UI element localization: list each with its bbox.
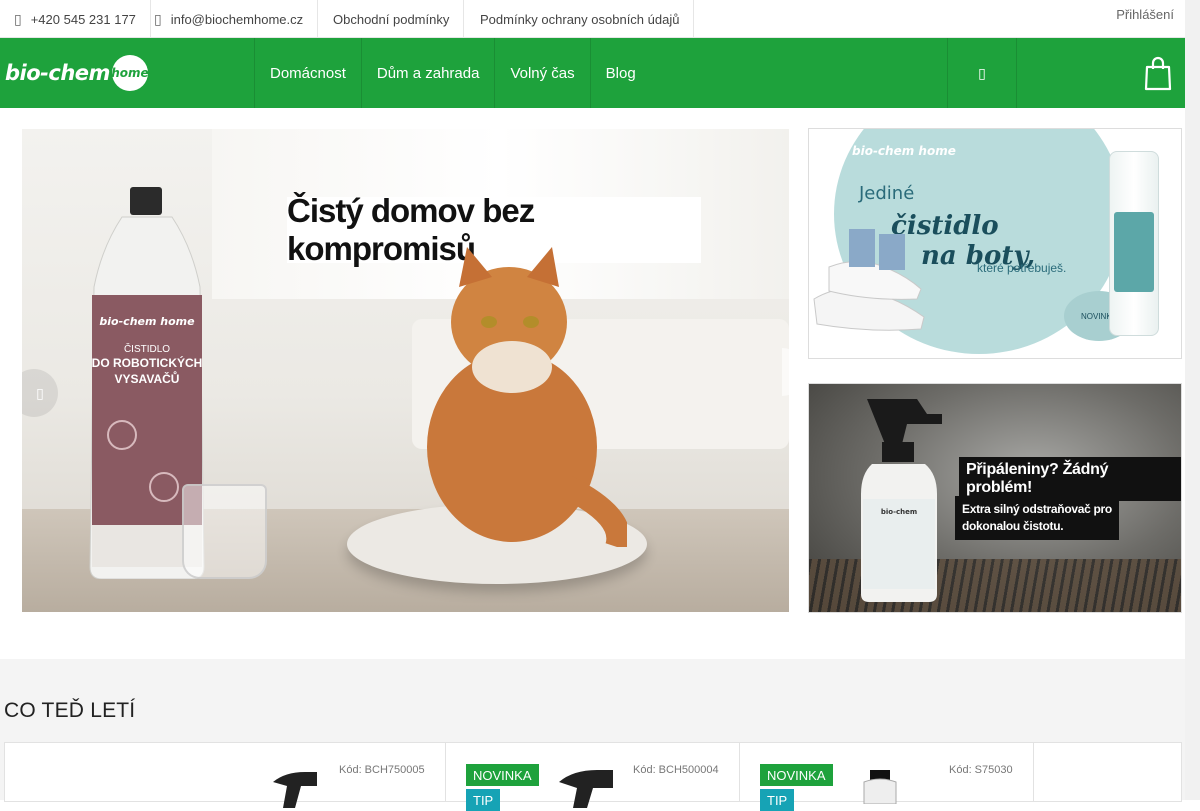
phone-link[interactable]: ▯ +420 545 231 177 <box>0 0 151 38</box>
cart-button[interactable] <box>1143 55 1173 91</box>
burnt-remover-banner[interactable]: bio-chem Připáleniny? Žádný problém! Ext… <box>808 383 1182 613</box>
logo-badge: home <box>111 55 149 91</box>
product-thumbnail <box>559 770 613 808</box>
banner1-line1: Jediné <box>859 183 915 204</box>
email-text: info@biochemhome.cz <box>170 11 304 27</box>
phone-icon: ▯ <box>14 10 22 27</box>
product-card[interactable]: NOVINKA TIP Kód: S75030 <box>739 742 1034 811</box>
privacy-text: Podmínky ochrany osobních údajů <box>480 11 680 27</box>
banner2-sub1: Extra silný odstraňovač pro <box>962 502 1112 516</box>
novinka-badge: NOVINKA <box>760 764 833 786</box>
product-card[interactable]: Kód: BCH750005 <box>4 742 446 808</box>
email-icon: ▯ <box>154 10 162 27</box>
chevron-left-icon: ▯ <box>36 384 44 401</box>
measuring-cup <box>182 484 267 579</box>
bottle-title-3: VYSAVAČŮ <box>115 370 180 386</box>
main-header: bio-chem home Domácnost Dům a zahrada Vo… <box>0 38 1185 108</box>
top-bar: ▯ +420 545 231 177 ▯ info@biochemhome.cz… <box>0 0 1185 38</box>
shopping-bag-icon <box>1144 56 1172 91</box>
product-thumbnail <box>863 770 897 804</box>
product-card[interactable]: NOVINKA TIP Kód: BCH500004 <box>445 742 740 811</box>
banner2-subtext: Extra silný odstraňovač pro dokonalou či… <box>955 496 1119 540</box>
product-code: Kód: S75030 <box>949 764 1013 776</box>
banner1-line4: které potřebuješ. <box>977 261 1067 275</box>
product-code: Kód: BCH750005 <box>339 764 425 776</box>
trending-section: CO TEĎ LETÍ Kód: BCH750005 NOVINKA TIP K… <box>0 659 1185 811</box>
email-link[interactable]: ▯ info@biochemhome.cz <box>140 0 319 38</box>
spray-bottle-illustration: bio-chem <box>861 399 942 602</box>
main-nav: Domácnost Dům a zahrada Volný čas Blog <box>254 38 651 108</box>
banner2-sub2: dokonalou čistotu. <box>962 519 1064 533</box>
product-code: Kód: BCH500004 <box>633 764 719 776</box>
bottle-brand: bio-chem home <box>99 315 195 328</box>
banner-logo: bio-chem home <box>852 144 956 158</box>
site-logo[interactable]: bio-chem home <box>5 54 149 92</box>
slider-prev-button[interactable]: ▯ <box>22 369 58 417</box>
bottle-title-1: ČISTIDLO <box>124 342 170 355</box>
phone-text: +420 545 231 177 <box>30 11 136 27</box>
cat-illustration <box>427 247 627 547</box>
page-scrollbar[interactable] <box>1185 0 1200 800</box>
section-title: CO TEĎ LETÍ <box>4 699 136 722</box>
nav-item-blog[interactable]: Blog <box>589 38 651 108</box>
search-button[interactable]: ▯ <box>947 38 1017 108</box>
tip-badge: TIP <box>466 789 501 811</box>
search-icon: ▯ <box>978 64 986 81</box>
shoe-cleaner-banner[interactable]: bio-chem home Jediné čistidlo na boty, k… <box>808 128 1182 359</box>
product-card[interactable] <box>1033 742 1182 802</box>
hero-slider[interactable]: Čistý domov bez kompromisů bio-chem home… <box>22 129 789 612</box>
nav-item-volny-cas[interactable]: Volný čas <box>494 38 589 108</box>
nav-item-dum-a-zahrada[interactable]: Dům a zahrada <box>360 38 495 108</box>
sneakers-illustration <box>813 229 925 331</box>
banner2-headline: Připáleniny? Žádný problém! <box>959 457 1181 501</box>
terms-text: Obchodní podmínky <box>333 11 450 27</box>
logo-badge-text: home <box>111 66 149 80</box>
bottle-title-2: DO ROBOTICKÝCH <box>92 355 203 370</box>
terms-link[interactable]: Obchodní podmínky <box>319 0 465 38</box>
hero-section: Čistý domov bez kompromisů bio-chem home… <box>0 108 1185 659</box>
tip-badge: TIP <box>760 789 795 811</box>
nav-item-domacnost[interactable]: Domácnost <box>254 38 361 108</box>
logo-wordmark: bio-chem <box>5 61 110 85</box>
slider-next-button[interactable] <box>782 348 804 396</box>
login-link[interactable]: Přihlášení <box>1116 7 1174 22</box>
shoe-cleaner-bottle <box>1109 151 1159 336</box>
spray-brand: bio-chem <box>881 508 917 516</box>
product-thumbnail <box>273 772 317 808</box>
privacy-link[interactable]: Podmínky ochrany osobních údajů <box>466 0 695 38</box>
novinka-badge: NOVINKA <box>466 764 539 786</box>
